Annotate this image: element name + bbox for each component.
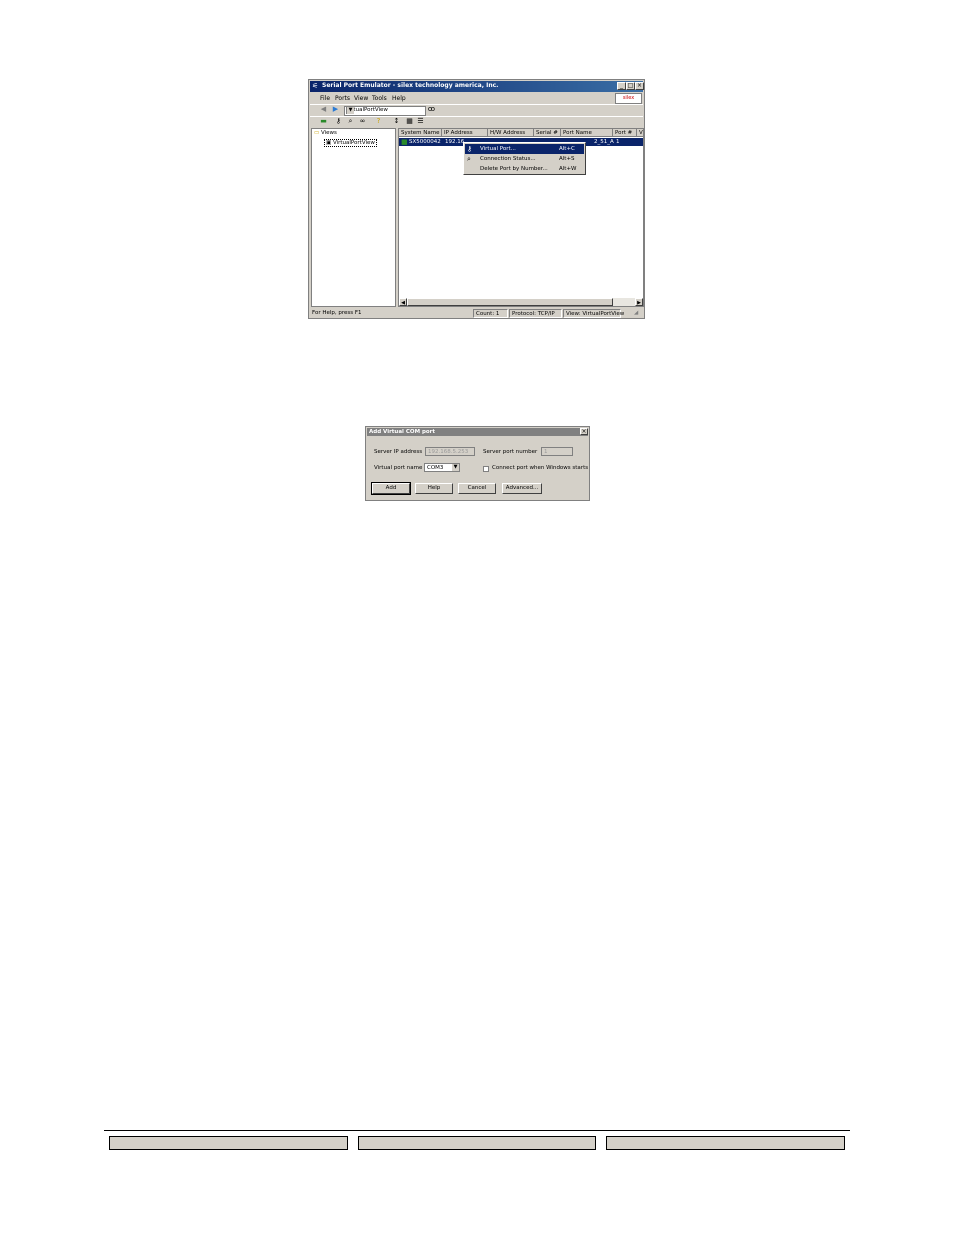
column-vi[interactable]: Vi bbox=[637, 129, 643, 137]
toolbar-navigation: ◀ ▶ VirtualPortView ▼ ꝏ bbox=[310, 104, 643, 116]
magnifier-icon: ⌕ bbox=[467, 155, 471, 163]
virtual-port-label: Virtual port name bbox=[374, 465, 423, 471]
column-serial[interactable]: Serial # bbox=[534, 129, 561, 137]
column-port-number[interactable]: Port # bbox=[613, 129, 637, 137]
footer-box-left bbox=[109, 1136, 348, 1150]
list-header: System Name IP Address H/W Address Seria… bbox=[399, 129, 643, 137]
add-button[interactable]: Add bbox=[371, 482, 411, 495]
cancel-button[interactable]: Cancel bbox=[458, 483, 496, 494]
dialog-title: Add Virtual COM port bbox=[369, 429, 436, 435]
menu-tools[interactable]: Tools bbox=[372, 95, 387, 102]
menu-file[interactable]: File bbox=[320, 95, 330, 102]
plug-icon: ⚷ bbox=[467, 145, 473, 153]
scroll-right-icon[interactable]: ▶ bbox=[635, 298, 643, 306]
column-hw-address[interactable]: H/W Address bbox=[488, 129, 534, 137]
connect-on-start-label: Connect port when Windows starts bbox=[492, 465, 589, 471]
details-view-icon[interactable]: ☰ bbox=[416, 117, 425, 126]
server-port-label: Server port number bbox=[483, 449, 538, 455]
status-view: View: VirtualPortView bbox=[563, 309, 624, 318]
menu-ports[interactable]: Ports bbox=[335, 95, 350, 102]
help-icon[interactable]: ? bbox=[374, 117, 383, 126]
column-system-name[interactable]: System Name bbox=[399, 129, 442, 137]
binoculars-icon[interactable]: ∞ bbox=[358, 117, 367, 126]
forward-icon[interactable]: ▶ bbox=[331, 105, 340, 114]
add-virtual-com-port-dialog: Add Virtual COM port × Server IP address… bbox=[365, 426, 590, 501]
advanced-button[interactable]: Advanced... bbox=[502, 483, 542, 494]
close-button[interactable]: × bbox=[635, 82, 644, 90]
menu-item-delete-port[interactable]: Delete Port by Number... Alt+W bbox=[465, 164, 584, 174]
cell-port-name: 2_51_A bbox=[594, 139, 614, 145]
server-ip-label: Server IP address bbox=[374, 449, 423, 455]
menu-item-connection-status[interactable]: ⌕ Connection Status... Alt+S bbox=[465, 154, 584, 164]
window-title: Serial Port Emulator - silex technology … bbox=[322, 82, 499, 89]
back-icon[interactable]: ◀ bbox=[319, 105, 328, 114]
menu-item-label: Delete Port by Number... bbox=[480, 166, 548, 172]
maximize-button[interactable]: □ bbox=[626, 82, 635, 90]
cell-ip-address: 192.16 bbox=[445, 139, 465, 145]
scroll-left-icon[interactable]: ◀ bbox=[399, 298, 407, 306]
virtual-port-value: COM3 bbox=[427, 465, 444, 471]
horizontal-scrollbar[interactable]: ◀ ▶ bbox=[399, 298, 643, 306]
sort-icon[interactable]: ↕ bbox=[392, 117, 401, 126]
plug-icon[interactable]: ⚷ bbox=[334, 117, 343, 126]
close-icon[interactable]: × bbox=[580, 428, 588, 435]
grid-view-icon[interactable]: ▦ bbox=[405, 117, 414, 126]
device-icon[interactable]: ▬ bbox=[319, 117, 328, 126]
server-port-field: 1 bbox=[541, 447, 573, 456]
virtual-port-select[interactable]: COM3 ▼ bbox=[424, 463, 460, 472]
cell-port-number: 1 bbox=[616, 139, 620, 145]
minimize-button[interactable]: _ bbox=[617, 82, 626, 90]
tree-item-views[interactable]: ▭ Views bbox=[314, 130, 337, 136]
toolbar-actions: ▬ ⚷ ⌕ ∞ ? ↕ ▦ ☰ bbox=[310, 116, 643, 128]
menu-help[interactable]: Help bbox=[392, 95, 406, 102]
status-count: Count: 1 bbox=[473, 309, 508, 318]
resize-grip-icon[interactable]: ◢ bbox=[632, 309, 642, 318]
glasses-icon[interactable]: ꝏ bbox=[427, 105, 436, 114]
status-help: For Help, press F1 bbox=[312, 310, 362, 316]
menu-item-accel: Alt+W bbox=[559, 166, 577, 172]
connect-on-start-checkbox[interactable] bbox=[483, 466, 489, 472]
tree-item-label: Views bbox=[320, 130, 337, 136]
help-button[interactable]: Help bbox=[415, 483, 453, 494]
view-icon: ▣ bbox=[326, 140, 332, 146]
tree-item-virtualportview[interactable]: ▣ VirtualPortView bbox=[324, 139, 377, 147]
dialog-title-bar[interactable]: Add Virtual COM port × bbox=[367, 428, 588, 436]
scrollbar-thumb[interactable] bbox=[407, 298, 613, 306]
status-bar: For Help, press F1 Count: 1 Protocol: TC… bbox=[310, 309, 643, 318]
chevron-down-icon[interactable]: ▼ bbox=[452, 464, 459, 471]
magnifier-icon[interactable]: ⌕ bbox=[346, 117, 355, 126]
column-ip-address[interactable]: IP Address bbox=[442, 129, 488, 137]
column-port-name[interactable]: Port Name bbox=[561, 129, 613, 137]
brand-logo: silex bbox=[615, 93, 642, 104]
menu-item-label: Connection Status... bbox=[480, 156, 536, 162]
title-bar[interactable]: ⚟ Serial Port Emulator - silex technolog… bbox=[310, 81, 644, 92]
menu-view[interactable]: View bbox=[354, 95, 368, 102]
tree-item-label: VirtualPortView bbox=[332, 140, 375, 146]
server-ip-field: 192.168.5.253 bbox=[425, 447, 475, 456]
menu-bar: File Ports View Tools Help bbox=[310, 94, 643, 103]
status-protocol: Protocol: TCP/IP bbox=[509, 309, 562, 318]
footer-box-right bbox=[606, 1136, 845, 1150]
menu-item-virtual-port[interactable]: ⚷ Virtual Port... Alt+C bbox=[465, 144, 584, 154]
context-menu: ⚷ Virtual Port... Alt+C ⌕ Connection Sta… bbox=[463, 142, 586, 175]
menu-item-accel: Alt+S bbox=[559, 156, 575, 162]
footer-rule bbox=[104, 1130, 850, 1131]
chevron-down-icon[interactable]: ▼ bbox=[346, 107, 354, 114]
app-icon: ⚟ bbox=[312, 82, 319, 90]
cell-system-name: SX5000042 bbox=[409, 139, 441, 145]
serial-port-emulator-window: ⚟ Serial Port Emulator - silex technolog… bbox=[308, 79, 645, 319]
menu-item-label: Virtual Port... bbox=[480, 146, 516, 152]
device-status-icon: ■ bbox=[401, 138, 408, 146]
footer-box-center bbox=[358, 1136, 596, 1150]
folder-icon: ▭ bbox=[314, 130, 320, 136]
menu-item-accel: Alt+C bbox=[559, 146, 575, 152]
views-tree: ▭ Views ▣ VirtualPortView bbox=[311, 128, 396, 307]
view-select[interactable]: VirtualPortView ▼ bbox=[344, 106, 426, 116]
